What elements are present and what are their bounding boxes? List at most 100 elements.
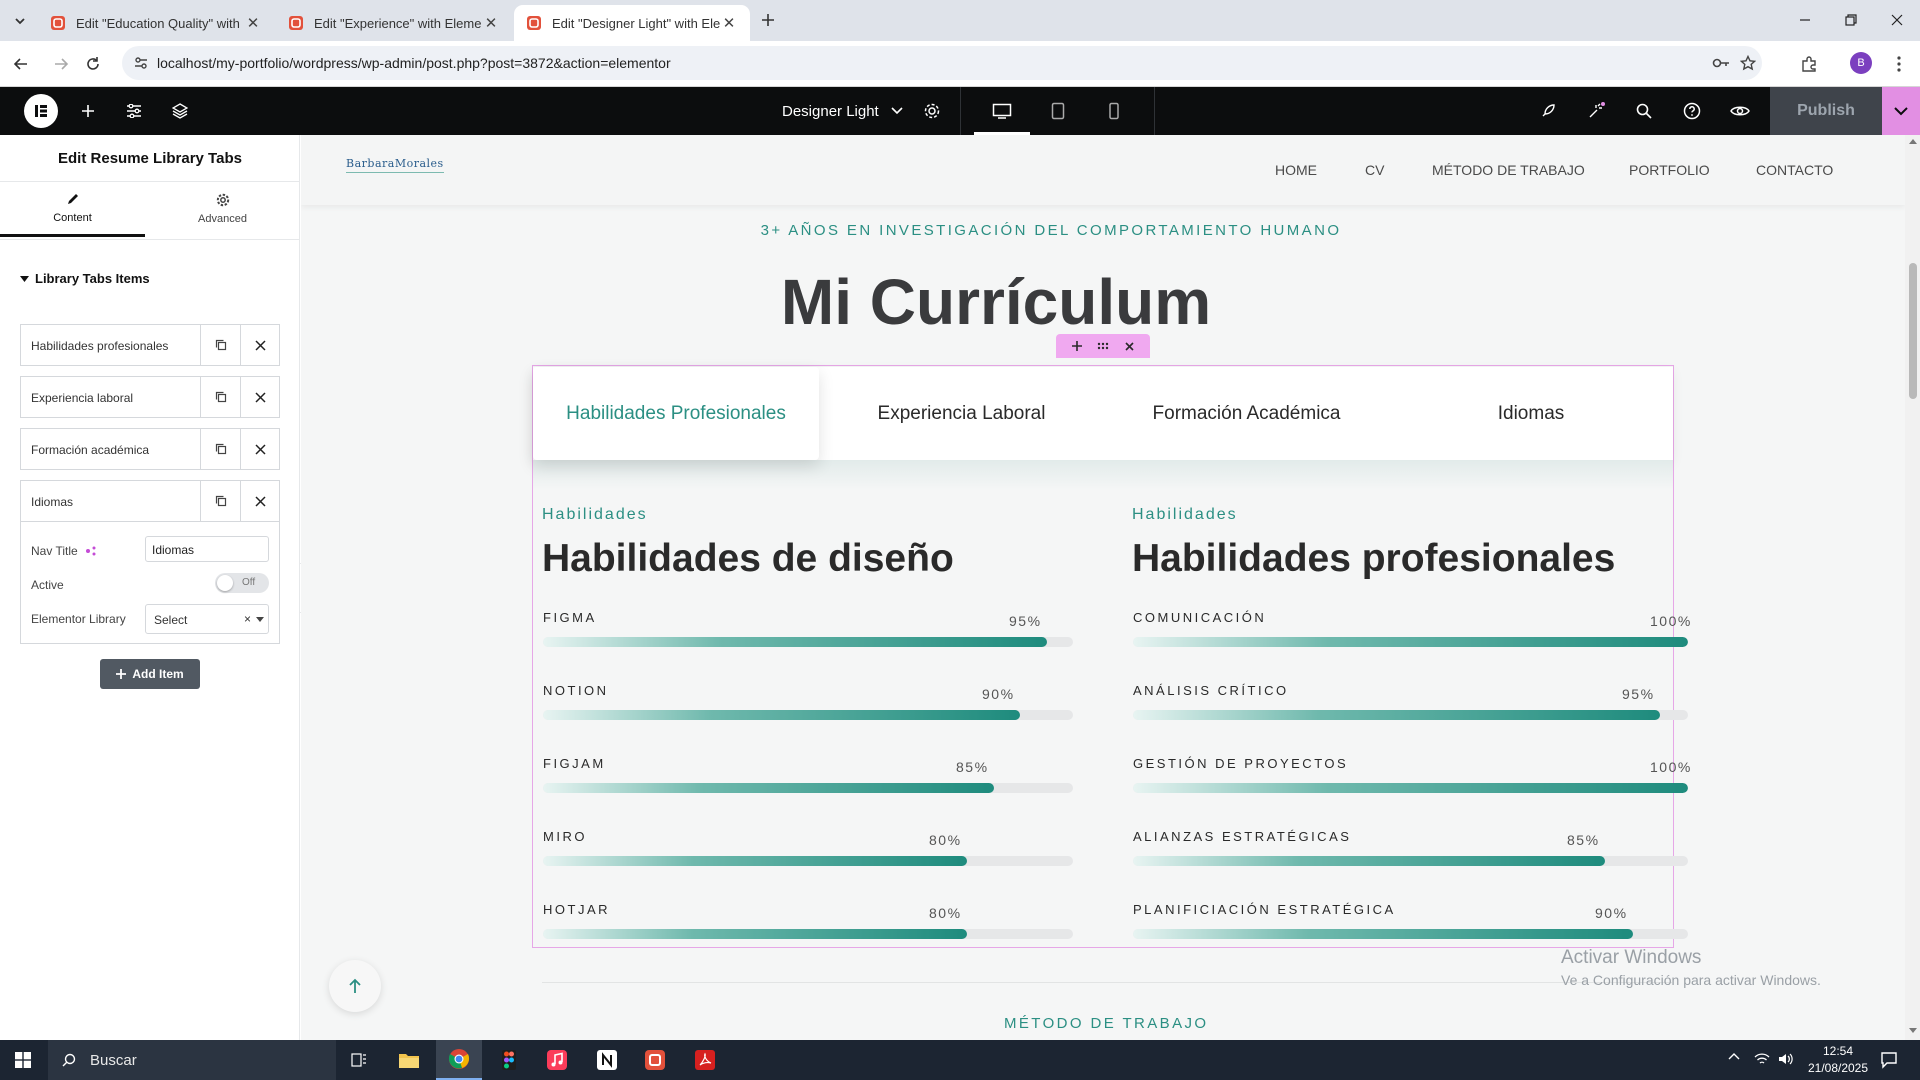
finder-button[interactable]: [1632, 99, 1656, 123]
active-toggle[interactable]: Off: [215, 573, 269, 593]
skill-name: PLANIFICIACIÓN ESTRATÉGICA: [1133, 902, 1396, 917]
new-tab-button[interactable]: [756, 8, 780, 32]
dynamic-tags-icon[interactable]: [85, 545, 97, 557]
nav-link-portfolio[interactable]: PORTFOLIO: [1629, 162, 1710, 178]
reload-button[interactable]: [80, 51, 106, 77]
scroll-up-arrow[interactable]: [1909, 139, 1917, 144]
scroll-top-button[interactable]: [329, 960, 381, 1012]
tray-overflow-icon[interactable]: [1728, 1052, 1740, 1060]
elementor-logo-button[interactable]: [24, 94, 58, 128]
nav-title-input[interactable]: Idiomas: [145, 536, 269, 562]
arrow-left-icon: [13, 58, 27, 70]
duplicate-button[interactable]: [200, 325, 240, 365]
section-toggle[interactable]: Library Tabs Items: [20, 271, 150, 286]
clear-select-icon[interactable]: ×: [244, 612, 251, 626]
close-tab-icon[interactable]: ✕: [720, 14, 738, 32]
add-element-button[interactable]: [76, 99, 100, 123]
task-view-button[interactable]: [336, 1040, 382, 1080]
remove-button[interactable]: [240, 377, 280, 417]
browser-tab-bar: Edit "Education Quality" with El ✕ Edit …: [0, 0, 1920, 41]
canvas-scrollbar[interactable]: [1905, 135, 1920, 1040]
site-settings-button[interactable]: [122, 99, 146, 123]
browser-tab-active[interactable]: Edit "Designer Light" with Elem ✕: [514, 5, 750, 41]
browser-tab[interactable]: Edit "Education Quality" with El ✕: [38, 5, 274, 41]
bookmark-star-icon[interactable]: [1740, 55, 1756, 71]
structure-button[interactable]: [168, 99, 192, 123]
add-item-button[interactable]: Add Item: [100, 659, 200, 689]
close-window-button[interactable]: [1874, 0, 1920, 40]
publish-button[interactable]: Publish: [1770, 87, 1882, 135]
volume-icon[interactable]: [1778, 1052, 1794, 1066]
page-settings-button[interactable]: [920, 99, 944, 123]
file-explorer-button[interactable]: [386, 1040, 432, 1080]
close-tab-icon[interactable]: ✕: [482, 14, 500, 32]
repeater-item[interactable]: Experiencia laboral: [20, 376, 280, 418]
tab-advanced[interactable]: Advanced: [150, 181, 295, 237]
browser-menu-button[interactable]: [1886, 51, 1912, 77]
tablet-view-button[interactable]: [1046, 99, 1070, 123]
preview-button[interactable]: [1728, 99, 1752, 123]
tab-habilidades[interactable]: Habilidades Profesionales: [533, 367, 819, 460]
delete-widget-icon[interactable]: [1125, 341, 1134, 351]
notion-button[interactable]: [584, 1040, 630, 1080]
browser-tab[interactable]: Edit "Experience" with Elemento ✕: [276, 5, 512, 41]
ai-tools-button[interactable]: [1536, 99, 1560, 123]
clock[interactable]: 12:54 21/08/2025: [1800, 1043, 1876, 1077]
duplicate-button[interactable]: [200, 429, 240, 469]
tab-formacion[interactable]: Formación Académica: [1104, 367, 1389, 460]
tab-search-button[interactable]: [8, 9, 32, 33]
plus-icon: [82, 105, 94, 117]
elementor-app-button[interactable]: [632, 1040, 678, 1080]
close-tab-icon[interactable]: ✕: [244, 14, 262, 32]
restore-button[interactable]: [1828, 0, 1874, 40]
tab-experiencia[interactable]: Experiencia Laboral: [819, 367, 1104, 460]
site-logo[interactable]: BarbaraMorales: [346, 157, 444, 173]
music-button[interactable]: [534, 1040, 580, 1080]
nav-link-cv[interactable]: CV: [1365, 162, 1384, 178]
extensions-button[interactable]: [1796, 51, 1822, 77]
chrome-button[interactable]: [436, 1040, 482, 1080]
notifications-button[interactable]: [1584, 99, 1608, 123]
nav-link-home[interactable]: HOME: [1275, 162, 1317, 178]
forward-button[interactable]: [48, 51, 74, 77]
nav-link-contacto[interactable]: CONTACTO: [1756, 162, 1833, 178]
skill-bar-track: [1133, 929, 1688, 939]
minimize-button[interactable]: [1782, 0, 1828, 40]
help-button[interactable]: [1680, 99, 1704, 123]
page-name-dropdown[interactable]: Designer Light: [782, 101, 903, 121]
site-info-icon[interactable]: [134, 56, 148, 70]
tab-content[interactable]: Content: [0, 181, 145, 237]
nav-link-metodo[interactable]: MÉTODO DE TRABAJO: [1432, 162, 1585, 178]
drag-handle-icon[interactable]: [1097, 342, 1109, 350]
acrobat-button[interactable]: [682, 1040, 728, 1080]
duplicate-button[interactable]: [200, 481, 240, 521]
desktop-view-button[interactable]: [990, 99, 1014, 123]
toggle-state: Off: [242, 577, 256, 588]
remove-button[interactable]: [240, 481, 280, 521]
tab-idiomas[interactable]: Idiomas: [1389, 367, 1673, 460]
site-header: BarbaraMorales HOME CV MÉTODO DE TRABAJO…: [301, 135, 1905, 205]
profile-avatar[interactable]: B: [1850, 52, 1872, 74]
repeater-item[interactable]: Habilidades profesionales: [20, 324, 280, 366]
section-divider: [542, 982, 1672, 983]
widget-handle[interactable]: [1056, 334, 1150, 358]
remove-button[interactable]: [240, 429, 280, 469]
start-button[interactable]: [0, 1040, 46, 1080]
duplicate-button[interactable]: [200, 377, 240, 417]
library-select[interactable]: Select ×: [145, 604, 269, 634]
repeater-item-open[interactable]: Idiomas Nav Title Idiomas Active Off Ele…: [20, 480, 280, 644]
wifi-icon[interactable]: [1754, 1052, 1770, 1066]
add-widget-icon[interactable]: [1071, 341, 1082, 351]
scrollbar-thumb[interactable]: [1909, 263, 1917, 399]
mobile-view-button[interactable]: [1102, 99, 1126, 123]
back-button[interactable]: [8, 51, 34, 77]
taskbar-search[interactable]: Buscar: [48, 1040, 336, 1080]
scroll-down-arrow[interactable]: [1909, 1028, 1917, 1033]
publish-options-button[interactable]: [1882, 87, 1920, 135]
remove-button[interactable]: [240, 325, 280, 365]
password-key-icon[interactable]: [1712, 56, 1730, 70]
figma-button[interactable]: [486, 1040, 532, 1080]
repeater-item[interactable]: Formación académica: [20, 428, 280, 470]
notification-center-button[interactable]: [1880, 1051, 1898, 1069]
url-box[interactable]: localhost/my-portfolio/wordpress/wp-admi…: [122, 46, 1762, 80]
